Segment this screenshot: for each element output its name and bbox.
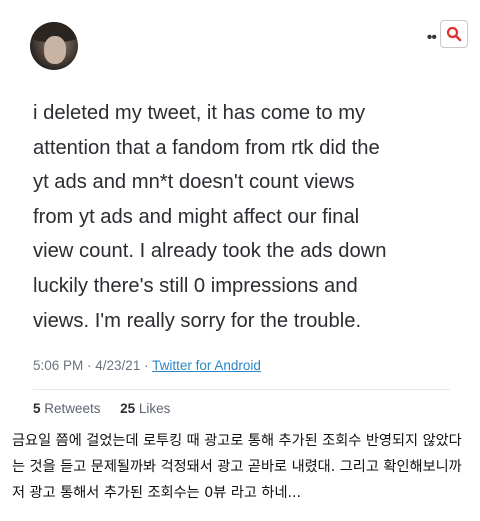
meta-separator: · [140, 358, 153, 373]
top-actions: •• [427, 20, 468, 48]
avatar-face [44, 36, 66, 64]
search-icon [446, 26, 462, 42]
profile-avatar[interactable] [30, 22, 78, 70]
retweets-count[interactable]: 5 [33, 401, 41, 416]
tweet-meta: 5:06 PM · 4/23/21 · Twitter for Android [33, 358, 261, 373]
tweet-text: i deleted my tweet, it has come to my at… [33, 102, 387, 332]
retweets-label[interactable]: Retweets [44, 401, 100, 416]
likes-label[interactable]: Likes [139, 401, 171, 416]
tweet-source-link[interactable]: Twitter for Android [152, 358, 261, 373]
tweet-time: 5:06 PM [33, 358, 84, 373]
divider [33, 389, 450, 390]
more-dots-icon[interactable]: •• [427, 30, 437, 46]
caption-text: 금요일 쯤에 걸었는데 로투킹 때 광고로 통해 추가된 조회수 반영되지 않았… [12, 433, 462, 501]
tweet-stats: 5 Retweets 25 Likes [33, 401, 170, 416]
tweet-date: 4/23/21 [95, 358, 141, 373]
search-button[interactable] [440, 20, 468, 48]
meta-separator: · [83, 358, 96, 373]
likes-count[interactable]: 25 [120, 401, 135, 416]
